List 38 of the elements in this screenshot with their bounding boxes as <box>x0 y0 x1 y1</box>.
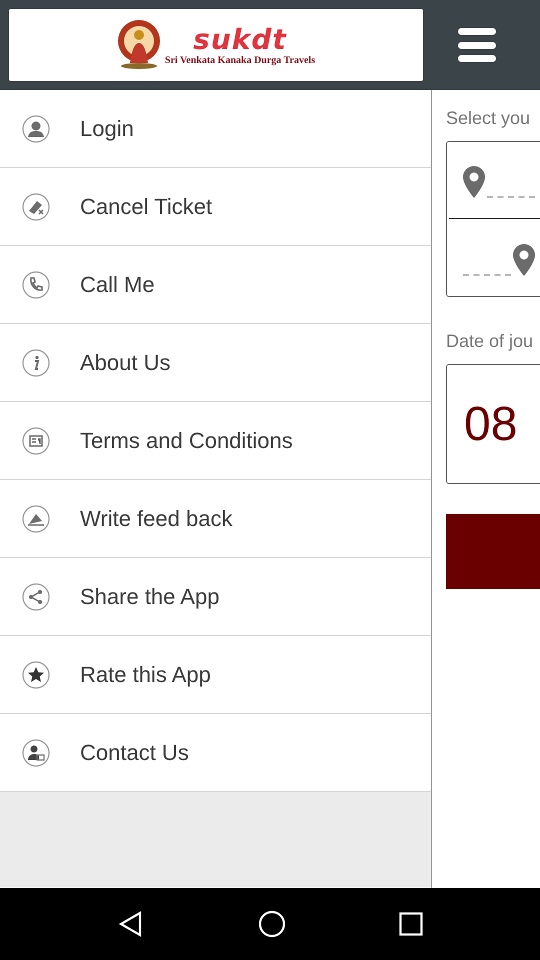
menu-item[interactable]: Call Me <box>0 246 431 324</box>
date-picker[interactable]: 08 <box>446 364 540 484</box>
brand-name: sukdt <box>193 24 287 54</box>
menu-item[interactable]: Cancel Ticket <box>0 168 431 246</box>
menu-item-label: Cancel Ticket <box>80 194 212 220</box>
document-icon <box>22 426 50 454</box>
brand-tagline: Sri Venkata Kanaka Durga Travels <box>164 54 316 66</box>
menu-item-label: Login <box>80 116 134 142</box>
date-day: 08 <box>464 396 518 452</box>
menu-item[interactable]: Share the App <box>0 558 431 636</box>
menu-item-label: Contact Us <box>80 740 189 766</box>
menu-item-label: About Us <box>80 350 170 376</box>
menu-item-label: Rate this App <box>80 662 211 688</box>
menu-item[interactable]: Write feed back <box>0 480 431 558</box>
menu-item-label: Write feed back <box>80 506 232 532</box>
location-pin-icon <box>513 244 535 276</box>
emblem-icon <box>116 19 161 71</box>
menu-item[interactable]: Rate this App <box>0 636 431 714</box>
home-button[interactable] <box>258 910 286 938</box>
location-pin-icon <box>463 166 485 198</box>
phone-icon <box>22 270 50 298</box>
user-icon <box>22 114 50 142</box>
info-icon <box>22 348 50 376</box>
share-icon <box>22 582 50 610</box>
menu-item-label: Call Me <box>80 272 155 298</box>
menu-item-label: Share the App <box>80 584 220 610</box>
recents-button[interactable] <box>399 912 424 936</box>
contact-card-icon <box>22 738 50 766</box>
date-label: Date of jou <box>446 331 534 352</box>
menu-item[interactable]: Terms and Conditions <box>0 402 431 480</box>
menu-item[interactable]: Login <box>0 90 431 168</box>
ticket-cancel-icon <box>22 192 50 220</box>
menu-item[interactable]: Contact Us <box>0 714 431 792</box>
route-label: Select you <box>446 108 532 129</box>
menu-button[interactable] <box>458 28 496 62</box>
menu-item[interactable]: About Us <box>0 324 431 402</box>
pen-icon <box>22 504 50 532</box>
menu-item-label: Terms and Conditions <box>80 428 293 454</box>
